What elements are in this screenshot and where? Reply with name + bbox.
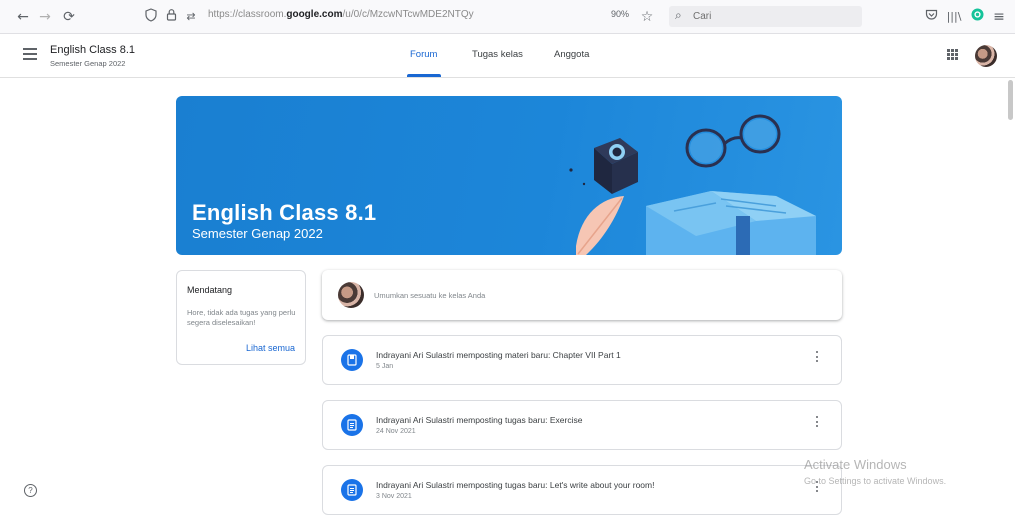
help-icon[interactable]: ? xyxy=(24,484,37,497)
announce-placeholder: Umumkan sesuatu ke kelas Anda xyxy=(374,291,486,300)
tab-bar: Forum Tugas kelas Anggota xyxy=(0,34,1015,78)
upcoming-message: Hore, tidak ada tugas yang perlu segera … xyxy=(187,308,296,327)
post-title: Indrayani Ari Sulastri memposting tugas … xyxy=(376,415,583,425)
classroom-header: English Class 8.1 Semester Genap 2022 Fo… xyxy=(0,34,1015,78)
reload-icon[interactable]: ⟳ xyxy=(60,8,78,26)
material-icon xyxy=(341,349,363,371)
google-apps-icon[interactable] xyxy=(947,49,958,60)
search-input[interactable] xyxy=(693,6,853,27)
account-avatar[interactable] xyxy=(975,45,997,67)
post-title: Indrayani Ari Sulastri memposting tugas … xyxy=(376,480,655,490)
url-path: /u/0/c/MzcwNTcwMDE2NTQy xyxy=(342,9,474,20)
permissions-icon[interactable]: ⇄ xyxy=(182,8,200,26)
post-date: 3 Nov 2021 xyxy=(376,493,412,500)
tab-tugas-kelas[interactable]: Tugas kelas xyxy=(472,49,523,60)
assignment-icon xyxy=(341,479,363,501)
tab-anggota[interactable]: Anggota xyxy=(554,49,589,60)
search-icon: ⌕ xyxy=(675,8,682,22)
browser-toolbar: ← → ⟳ ⇄ https://classroom.google.com/u/0… xyxy=(0,0,1015,34)
tab-forum[interactable]: Forum xyxy=(410,49,437,60)
star-icon[interactable]: ☆ xyxy=(638,8,656,26)
shield-icon[interactable] xyxy=(142,8,160,26)
class-banner: English Class 8.1 Semester Genap 2022 xyxy=(176,96,842,255)
cube-illustration xyxy=(594,138,638,194)
url-bar[interactable]: https://classroom.google.com/u/0/c/MzcwN… xyxy=(208,9,474,20)
activate-windows-title: Activate Windows xyxy=(804,457,907,472)
url-prefix: https://classroom. xyxy=(208,9,287,20)
zoom-level[interactable]: 90% xyxy=(611,9,629,19)
menu-icon[interactable]: ≡ xyxy=(990,8,1008,26)
view-all-link[interactable]: Lihat semua xyxy=(246,343,295,353)
post-title: Indrayani Ari Sulastri memposting materi… xyxy=(376,350,621,360)
grammarly-icon[interactable] xyxy=(968,8,986,26)
stream-post[interactable]: Indrayani Ari Sulastri memposting materi… xyxy=(322,335,842,385)
browser-search[interactable]: ⌕ xyxy=(669,6,862,27)
feather-illustration xyxy=(576,196,624,255)
library-icon[interactable]: |||\ xyxy=(945,8,963,26)
book-illustration xyxy=(646,191,816,255)
url-domain: google.com xyxy=(286,9,343,20)
more-options-icon[interactable] xyxy=(814,351,820,369)
banner-title: English Class 8.1 xyxy=(192,200,377,225)
post-date: 5 Jan xyxy=(376,363,394,370)
stream-post[interactable]: Indrayani Ari Sulastri memposting tugas … xyxy=(322,400,842,450)
forward-arrow-icon[interactable]: → xyxy=(36,8,54,26)
back-arrow-icon[interactable]: ← xyxy=(14,8,32,26)
assignment-icon xyxy=(341,414,363,436)
upcoming-card: Mendatang Hore, tidak ada tugas yang per… xyxy=(176,270,306,365)
pocket-icon[interactable] xyxy=(922,8,940,26)
more-options-icon[interactable] xyxy=(814,416,820,434)
activate-windows-subtitle: Go to Settings to activate Windows. xyxy=(804,476,947,486)
banner-subtitle: Semester Genap 2022 xyxy=(192,226,323,241)
announce-box[interactable]: Umumkan sesuatu ke kelas Anda xyxy=(322,270,842,320)
stream-post[interactable]: Indrayani Ari Sulastri memposting tugas … xyxy=(322,465,842,515)
post-date: 24 Nov 2021 xyxy=(376,428,416,435)
active-tab-indicator xyxy=(407,74,441,77)
page-scrollbar[interactable] xyxy=(1008,80,1013,120)
lock-icon[interactable] xyxy=(162,8,180,26)
user-avatar xyxy=(338,282,364,308)
upcoming-heading: Mendatang xyxy=(187,285,233,295)
